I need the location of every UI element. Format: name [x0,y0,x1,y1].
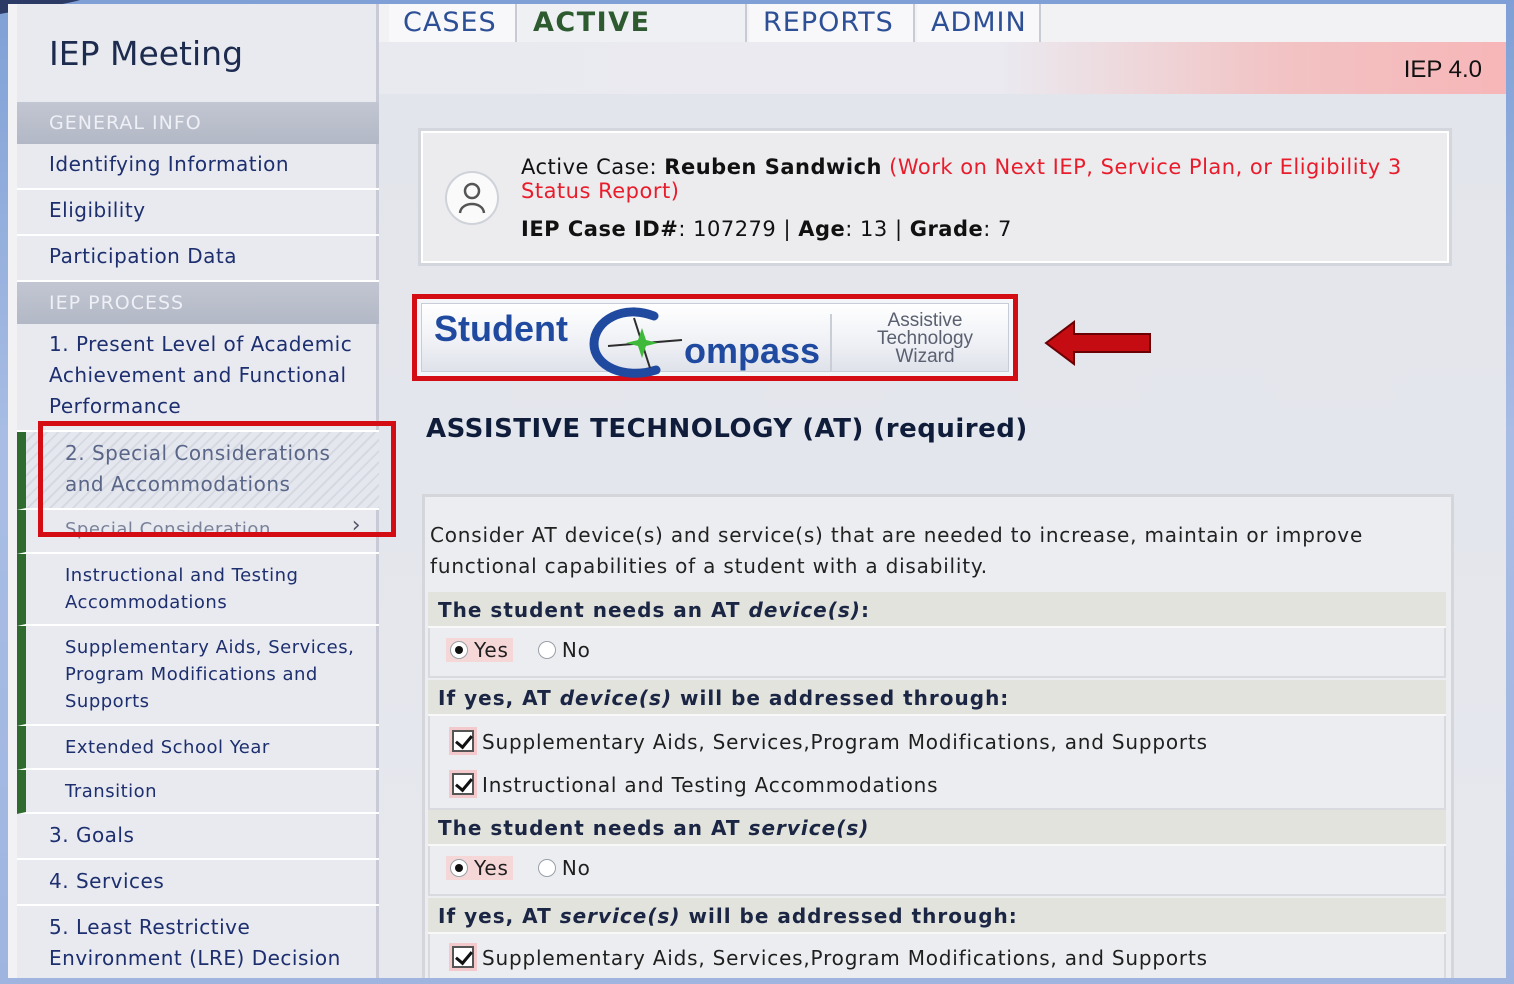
chevron-right-icon: › [351,513,361,538]
sidebar-subitem-instructional-testing[interactable]: Instructional and Testing Accommodations [17,554,379,626]
sidebar-item-lre-decision[interactable]: 5. Least Restrictive Environment (LRE) D… [17,906,379,978]
case-id-label: IEP Case ID# [521,217,679,241]
at-device-radio-group: Yes No [446,638,609,666]
at-device-options: Yes No [428,628,1446,678]
active-case-line: Active Case: Reuben Sandwich (Work on Ne… [521,155,1449,203]
wizard-divider [830,314,832,372]
sidebar-item-eligibility[interactable]: Eligibility [17,190,379,236]
at-device-through-question: If yes, AT device(s) will be addressed t… [428,680,1446,716]
active-case-card: Active Case: Reuben Sandwich (Work on Ne… [418,128,1452,266]
at-service-options: Yes No [428,846,1446,896]
sidebar-item-identifying-information[interactable]: Identifying Information [17,144,379,190]
tab-cases[interactable]: CASES [389,4,517,44]
at-device-yes-radio[interactable] [450,641,468,659]
wizard-subtitle: Assistive Technology Wizard [876,310,974,367]
wizard-brand-student: Student [434,308,568,349]
case-id-value: 107279 [693,217,777,241]
at-service-supplementary-option[interactable]: Supplementary Aids, Services,Program Mod… [452,946,1208,976]
sidebar-subitem-special-consideration[interactable]: Special Consideration › [17,510,379,554]
compass-icon [589,307,683,378]
at-service-no-option[interactable]: No [534,856,595,880]
at-service-yes-option[interactable]: Yes [446,856,513,880]
arrow-left-icon [1044,320,1151,366]
wizard-brand-compass: ompass [684,330,821,371]
sidebar-subitem-transition[interactable]: Transition [17,770,379,814]
sidebar-item-services[interactable]: 4. Services [17,860,379,906]
sidebar-subitem-label: Special Consideration [65,519,271,540]
case-details-line: IEP Case ID#: 107279 | Age: 13 | Grade: … [521,217,1012,241]
grade-label: Grade [909,217,984,241]
sidebar-item-goals[interactable]: 3. Goals [17,814,379,860]
general-info-header: GENERAL INFO [17,102,379,144]
sidebar: IEP Meeting GENERAL INFO Identifying Inf… [17,4,379,978]
at-service-no-radio[interactable] [537,859,556,877]
at-service-yes-radio[interactable] [450,859,468,877]
sidebar-item-special-considerations[interactable]: 2. Special Considerations and Accommodat… [17,432,379,510]
at-device-through-options: Supplementary Aids, Services,Program Mod… [428,716,1446,810]
at-section-title: ASSISTIVE TECHNOLOGY (AT) (required) [426,414,1028,444]
app-title: IEP Meeting [49,34,244,73]
version-bar: IEP 4.0 [379,42,1506,94]
sidebar-subitem-extended-school-year[interactable]: Extended School Year [17,726,379,770]
student-name[interactable]: Reuben Sandwich [664,155,882,179]
tab-admin[interactable]: ADMIN [917,4,1041,44]
at-service-through-options: Supplementary Aids, Services,Program Mod… [428,934,1446,978]
tab-reports[interactable]: REPORTS [749,4,915,44]
at-device-yes-option[interactable]: Yes [446,638,513,662]
student-compass-wizard-button[interactable]: Student ompass Assistive Technology Wiza… [412,294,1018,381]
at-device-instructional-option[interactable]: Instructional and Testing Accommodations [452,773,938,803]
at-service-question: The student needs an AT service(s) [428,810,1446,846]
sidebar-item-participation-data[interactable]: Participation Data [17,236,379,282]
iep-process-header: IEP PROCESS [17,282,379,324]
sidebar-item-present-level[interactable]: 1. Present Level of Academic Achievement… [17,324,379,432]
at-device-no-radio[interactable] [537,641,556,659]
at-intro-text: Consider AT device(s) and service(s) tha… [430,523,1364,578]
age-label: Age [798,217,846,241]
at-device-no-option[interactable]: No [534,638,595,662]
at-device-supplementary-option[interactable]: Supplementary Aids, Services,Program Mod… [452,730,1208,760]
at-service-supplementary-checkbox[interactable] [452,946,474,968]
sidebar-subitem-supplementary-aids[interactable]: Supplementary Aids, Services, Program Mo… [17,626,379,726]
version-label: IEP 4.0 [1403,56,1482,83]
at-device-instructional-checkbox[interactable] [452,773,474,795]
at-service-radio-group: Yes No [446,856,609,884]
at-device-question: The student needs an AT device(s): [428,592,1446,628]
at-device-supplementary-checkbox[interactable] [452,730,474,752]
app-window: IEP Meeting GENERAL INFO Identifying Inf… [8,4,1506,978]
wizard-banner: Student ompass Assistive Technology Wiza… [421,303,1009,378]
at-service-through-question: If yes, AT service(s) will be addressed … [428,898,1446,934]
grade-value: 7 [998,217,1012,241]
active-case-label: Active Case: [521,155,658,179]
age-value: 13 [860,217,888,241]
user-icon [445,171,499,225]
tab-active-case[interactable]: ACTIVE CASE [519,4,747,69]
